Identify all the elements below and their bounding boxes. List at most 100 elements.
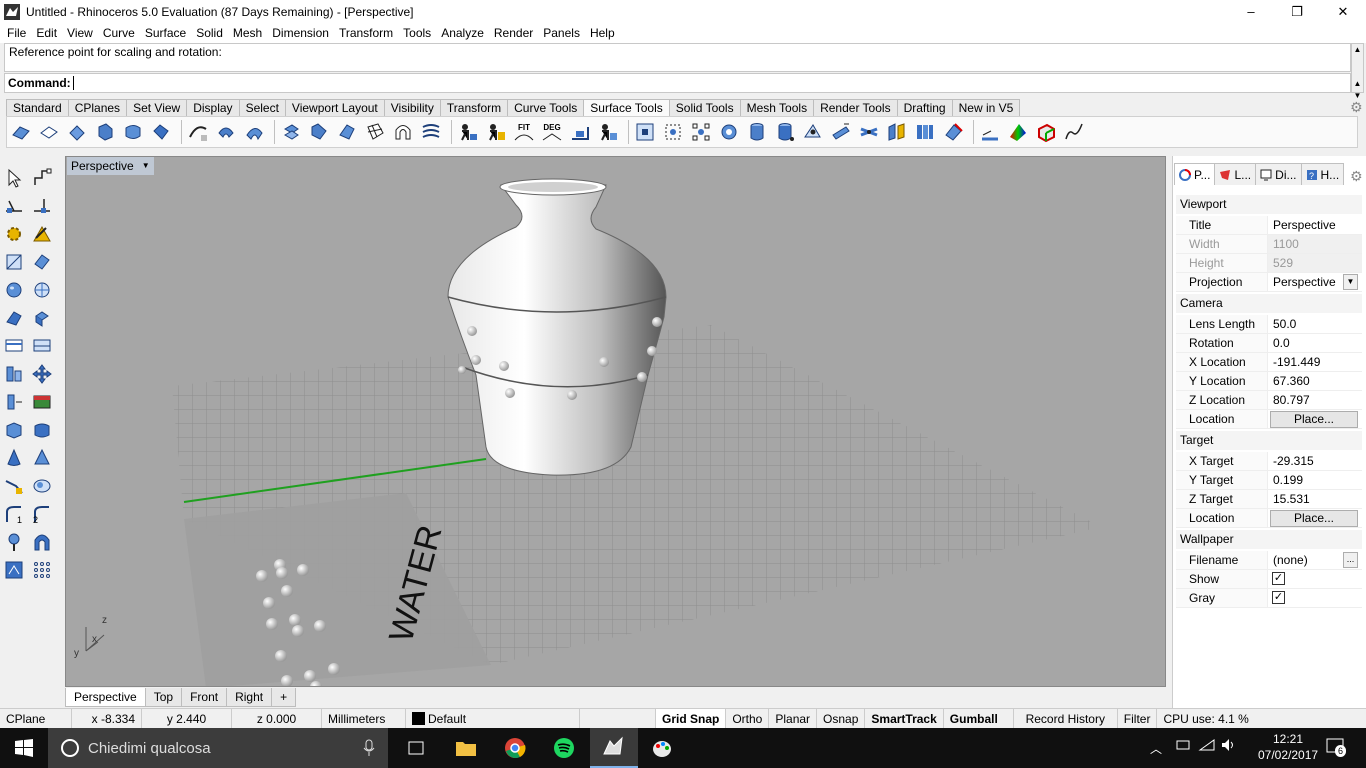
maximize-button[interactable]: ❐ [1274,0,1320,23]
lens-length-field[interactable]: 50.0 [1267,315,1362,334]
curvature-graph-icon[interactable] [1062,120,1086,144]
control-points-icon[interactable] [661,120,685,144]
tab-select[interactable]: Select [238,99,286,116]
planar-toggle[interactable]: Planar [769,708,818,729]
tab-top[interactable]: Top [144,688,183,707]
offset-surface-icon[interactable] [279,120,303,144]
rhino-taskbar-icon[interactable] [590,728,638,768]
tab-display[interactable]: Di... [1255,163,1302,185]
sweep-icon[interactable] [186,120,210,144]
fillet-surface-icon[interactable] [335,120,359,144]
boolean-icon[interactable] [30,418,54,442]
prop-title-field[interactable]: Perspective [1267,216,1362,235]
properties-icon[interactable] [2,558,26,582]
surface-from-points-icon[interactable] [9,120,33,144]
point-grid-dots-icon[interactable] [30,558,54,582]
menu-file[interactable]: File [2,26,31,40]
chrome-icon[interactable] [491,728,539,768]
split-surface-icon[interactable] [913,120,937,144]
smarttrack-toggle[interactable]: SmartTrack [865,708,944,729]
extend-icon[interactable] [2,390,26,414]
tab-front[interactable]: Front [181,688,228,707]
show-checkbox[interactable]: ✓ [1272,572,1285,585]
target-place-button[interactable]: Place... [1270,510,1358,527]
shrink-surface-icon[interactable] [941,120,965,144]
move-icon[interactable] [30,362,54,386]
z-location-field[interactable]: 80.797 [1267,391,1362,410]
y-target-field[interactable]: 0.199 [1267,471,1362,490]
action-center-icon[interactable]: 6 [1326,737,1347,757]
menu-surface[interactable]: Surface [140,26,191,40]
wifi-icon[interactable] [1198,738,1216,755]
file-explorer-icon[interactable] [442,728,490,768]
tab-drafting[interactable]: Drafting [896,99,953,116]
tab-transform[interactable]: Transform [439,99,509,116]
gray-checkbox[interactable]: ✓ [1272,591,1285,604]
ellipsoid-icon[interactable] [30,474,54,498]
planar-surface-icon[interactable] [65,120,89,144]
edit-points-icon[interactable] [633,120,657,144]
menu-curve[interactable]: Curve [98,26,140,40]
explode-icon[interactable] [30,222,54,246]
loft-icon[interactable] [121,120,145,144]
tab-set-view[interactable]: Set View [126,99,188,116]
filename-field[interactable]: (none)... [1267,551,1362,570]
surface-plane-icon[interactable] [30,250,54,274]
insert-knot-icon[interactable] [717,120,741,144]
minimize-button[interactable]: – [1228,0,1274,23]
draft-angle-icon[interactable] [1034,120,1058,144]
toolbar-settings-gear-icon[interactable]: ⚙ [1350,99,1363,116]
y-location-field[interactable]: 67.360 [1267,372,1362,391]
gear-solid-icon[interactable] [2,222,26,246]
flip-direction-icon[interactable] [885,120,909,144]
cone-icon[interactable] [2,446,26,470]
camera-place-button[interactable]: Place... [1270,411,1358,428]
microphone-icon[interactable] [362,739,376,757]
menu-tools[interactable]: Tools [398,26,436,40]
revolve-icon[interactable] [214,120,238,144]
menu-edit[interactable]: Edit [31,26,62,40]
scroll-up-icon[interactable]: ▲ [1352,44,1363,56]
network-surface-icon[interactable] [363,120,387,144]
patch-icon[interactable] [391,120,415,144]
z-target-field[interactable]: 15.531 [1267,490,1362,509]
zebra-analysis-icon[interactable] [1006,120,1030,144]
trim-icon[interactable] [2,474,26,498]
line-icon[interactable] [2,194,26,218]
mesh-tools-icon[interactable] [2,306,26,330]
match-surface-icon[interactable] [484,120,508,144]
gumball-toggle[interactable]: Gumball [944,708,1014,729]
tab-display[interactable]: Display [186,99,240,116]
fillet-1-icon[interactable]: 1 [2,502,26,526]
tab-perspective[interactable]: Perspective [65,688,146,707]
tray-chevron-up-icon[interactable]: ︿ [1150,740,1162,757]
cortana-search-box[interactable]: Chiedimi qualcosa [48,728,388,768]
fillet-2-icon[interactable]: 2 [30,502,54,526]
transform-scale-icon[interactable] [2,250,26,274]
tab-render-tools[interactable]: Render Tools [813,99,898,116]
osnap-toggle[interactable]: Osnap [817,708,866,729]
tube-icon[interactable] [30,530,54,554]
menu-help[interactable]: Help [585,26,620,40]
mesh-sphere-icon[interactable] [30,278,54,302]
x-target-field[interactable]: -29.315 [1267,452,1362,471]
unroll-icon[interactable] [456,120,480,144]
menu-mesh[interactable]: Mesh [228,26,267,40]
shrink-trimmed-surface-icon[interactable] [596,120,620,144]
layer-status[interactable]: Default [406,708,580,729]
menu-transform[interactable]: Transform [334,26,398,40]
viewport-canvas[interactable]: WATER z x y [66,157,1166,687]
menu-analyze[interactable]: Analyze [436,26,489,40]
browse-button[interactable]: ... [1343,552,1358,568]
tab-properties[interactable]: P... [1174,163,1216,185]
perspective-viewport[interactable]: WATER z x y [65,156,1166,687]
tab-viewport-layout[interactable]: Viewport Layout [284,99,385,116]
torus-knot-icon[interactable] [2,530,26,554]
tab-curve-tools[interactable]: Curve Tools [507,99,585,116]
dimension-icon[interactable] [2,334,26,358]
projection-select[interactable]: Perspective ▼ [1267,273,1362,292]
task-view-icon[interactable] [392,728,440,768]
rail-revolve-icon[interactable] [149,120,173,144]
edge-surface-icon[interactable] [37,120,61,144]
menu-dimension[interactable]: Dimension [267,26,334,40]
